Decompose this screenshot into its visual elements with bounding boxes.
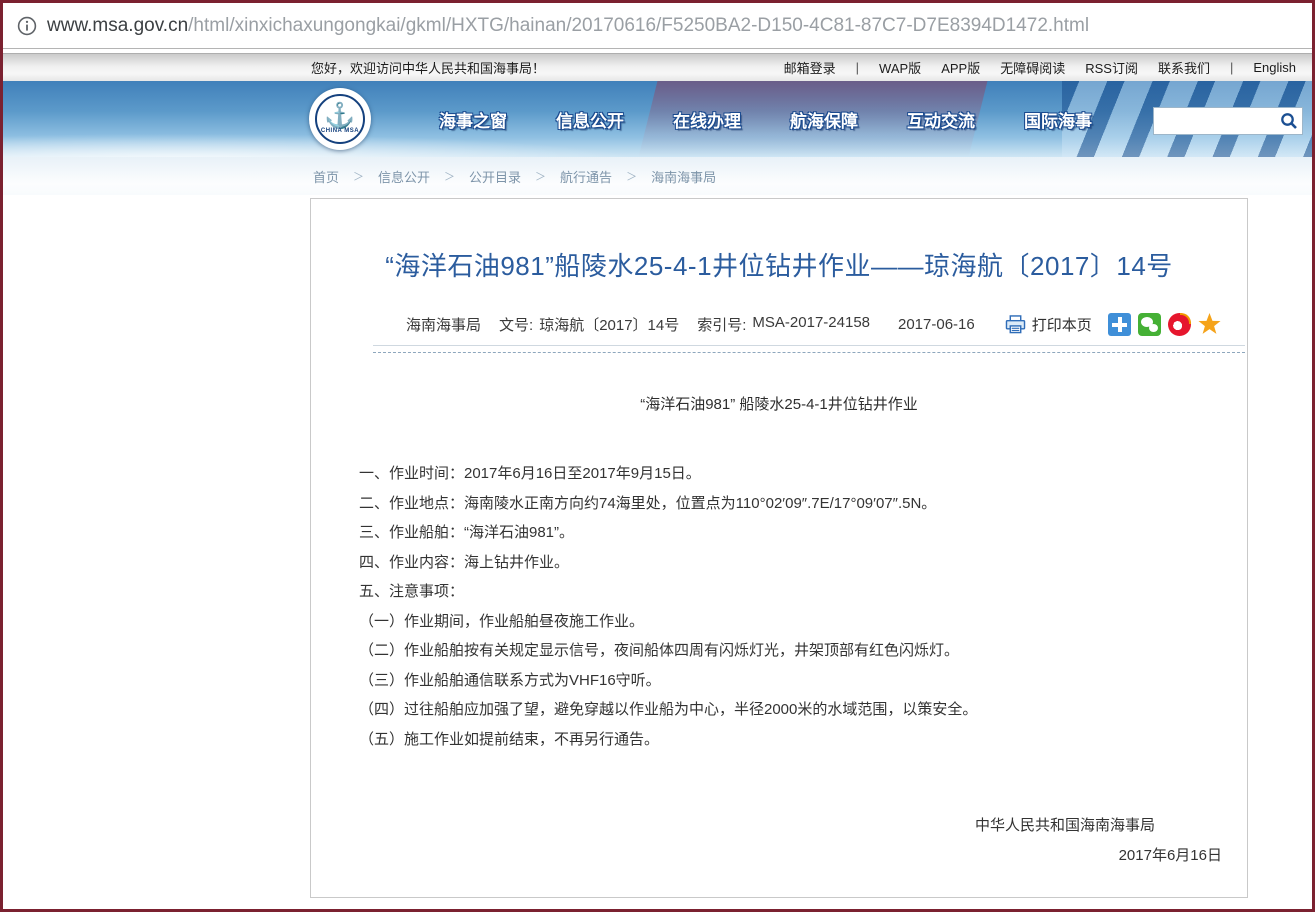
utility-link[interactable]: WAP版 bbox=[879, 58, 921, 77]
nav-item[interactable]: 国际海事 bbox=[1024, 107, 1092, 132]
breadcrumb-separator: ＞ bbox=[535, 168, 546, 184]
breadcrumb-item[interactable]: 公开目录 bbox=[469, 167, 521, 186]
browser-address-bar: www.msa.gov.cn/html/xinxichaxungongkai/g… bbox=[3, 3, 1312, 49]
search-box bbox=[1153, 107, 1303, 135]
publish-date: 2017-06-16 bbox=[898, 316, 975, 333]
notice-paragraph: 四、作业内容：海上钻井作业。 bbox=[359, 548, 1201, 578]
signature-date: 2017年6月16日 bbox=[311, 844, 1247, 865]
breadcrumb-item[interactable]: 首页 bbox=[313, 167, 339, 186]
utility-link[interactable]: 联系我们 bbox=[1158, 58, 1210, 77]
print-button[interactable]: 打印本页 bbox=[1005, 314, 1092, 335]
article-meta: 海南海事局 文号: 琼海航〔2017〕14号 索引号: MSA-2017-241… bbox=[406, 313, 1221, 336]
signature-org: 中华人民共和国海南海事局 bbox=[311, 814, 1247, 835]
notice-paragraph: 五、注意事项： bbox=[359, 577, 1201, 607]
breadcrumb-separator: ＞ bbox=[353, 168, 364, 184]
breadcrumb-item[interactable]: 海南海事局 bbox=[651, 167, 716, 186]
doc-number-label: 文号: bbox=[499, 314, 533, 335]
url-text[interactable]: www.msa.gov.cn/html/xinxichaxungongkai/g… bbox=[47, 15, 1089, 37]
utility-link[interactable]: 邮箱登录 bbox=[784, 58, 836, 77]
breadcrumb-item[interactable]: 航行通告 bbox=[560, 167, 612, 186]
url-path: /html/xinxichaxungongkai/gkml/HXTG/haina… bbox=[188, 15, 1089, 36]
breadcrumb-separator: ＞ bbox=[626, 168, 637, 184]
nav-item[interactable]: 互动交流 bbox=[907, 107, 975, 132]
doc-number-value: 琼海航〔2017〕14号 bbox=[539, 314, 679, 335]
utility-link[interactable]: English bbox=[1253, 60, 1296, 75]
article-panel: “海洋石油981”船陵水25-4-1井位钻井作业——琼海航〔2017〕14号 海… bbox=[310, 198, 1248, 898]
qzone-star-icon[interactable] bbox=[1198, 313, 1221, 336]
utility-link[interactable]: 无障碍阅读 bbox=[1000, 58, 1065, 77]
anchor-icon: ⚓ bbox=[324, 104, 355, 129]
notice-body: 一、作业时间：2017年6月16日至2017年9月15日。 二、作业地点：海南陵… bbox=[359, 459, 1201, 754]
main-header: ⚓ CHINA MSA 海事之窗 信息公开 在线办理 航海保障 互动交流 国际海… bbox=[3, 81, 1312, 157]
printer-icon bbox=[1005, 315, 1026, 334]
weibo-icon[interactable] bbox=[1168, 313, 1191, 336]
meta-solid-rule bbox=[373, 345, 1245, 346]
notice-paragraph: （一）作业期间，作业船舶昼夜施工作业。 bbox=[359, 607, 1201, 637]
share-more-icon[interactable] bbox=[1108, 313, 1131, 336]
msa-logo[interactable]: ⚓ CHINA MSA bbox=[309, 88, 371, 150]
utility-divider: | bbox=[856, 60, 859, 75]
wechat-icon[interactable] bbox=[1138, 313, 1161, 336]
url-domain: www.msa.gov.cn bbox=[47, 15, 188, 36]
nav-item[interactable]: 在线办理 bbox=[673, 107, 741, 132]
utility-bar: 您好，欢迎访问中华人民共和国海事局！ 邮箱登录 | WAP版 APP版 无障碍阅… bbox=[3, 53, 1312, 81]
main-content: “海洋石油981”船陵水25-4-1井位钻井作业——琼海航〔2017〕14号 海… bbox=[3, 198, 1312, 911]
breadcrumb: 首页 ＞ 信息公开 ＞ 公开目录 ＞ 航行通告 ＞ 海南海事局 ＞ bbox=[3, 157, 1312, 195]
breadcrumb-separator: ＞ bbox=[444, 168, 455, 184]
print-label: 打印本页 bbox=[1032, 314, 1092, 335]
doc-number: 文号: 琼海航〔2017〕14号 bbox=[499, 314, 679, 335]
breadcrumb-item[interactable]: 信息公开 bbox=[378, 167, 430, 186]
search-icon bbox=[1280, 112, 1298, 130]
notice-paragraph: （三）作业船舶通信联系方式为VHF16守听。 bbox=[359, 666, 1201, 696]
page-title: “海洋石油981”船陵水25-4-1井位钻井作业——琼海航〔2017〕14号 bbox=[331, 246, 1227, 283]
notice-heading: “海洋石油981” 船陵水25-4-1井位钻井作业 bbox=[311, 393, 1247, 414]
msa-logo-emblem: ⚓ CHINA MSA bbox=[315, 94, 365, 144]
meta-dashed-rule bbox=[373, 352, 1245, 353]
search-input[interactable] bbox=[1154, 108, 1276, 134]
utility-divider: | bbox=[1230, 60, 1233, 75]
issuing-office: 海南海事局 bbox=[406, 314, 481, 335]
utility-link[interactable]: RSS订阅 bbox=[1085, 58, 1138, 77]
utility-link[interactable]: APP版 bbox=[941, 58, 980, 77]
nav-menu: 海事之窗 信息公开 在线办理 航海保障 互动交流 国际海事 bbox=[439, 81, 1092, 157]
notice-paragraph: 三、作业船舶：“海洋石油981”。 bbox=[359, 518, 1201, 548]
utility-links: 邮箱登录 | WAP版 APP版 无障碍阅读 RSS订阅 联系我们 | Engl… bbox=[784, 58, 1296, 77]
logo-caption: CHINA MSA bbox=[321, 128, 359, 134]
notice-paragraph: （五）施工作业如提前结束，不再另行通告。 bbox=[359, 725, 1201, 755]
share-bar bbox=[1108, 313, 1221, 336]
index-number: 索引号: MSA-2017-24158 bbox=[697, 314, 870, 335]
nav-item[interactable]: 航海保障 bbox=[790, 107, 858, 132]
search-button[interactable] bbox=[1276, 112, 1302, 130]
index-number-label: 索引号: bbox=[697, 314, 746, 335]
notice-paragraph: （四）过往船舶应加强了望，避免穿越以作业船为中心，半径2000米的水域范围，以策… bbox=[359, 695, 1201, 725]
notice-paragraph: （二）作业船舶按有关规定显示信号，夜间船体四周有闪烁灯光，井架顶部有红色闪烁灯。 bbox=[359, 636, 1201, 666]
nav-item[interactable]: 信息公开 bbox=[556, 107, 624, 132]
notice-paragraph: 二、作业地点：海南陵水正南方向约74海里处，位置点为110°02′09″.7E/… bbox=[359, 489, 1201, 519]
info-icon[interactable] bbox=[17, 16, 37, 36]
notice-paragraph: 一、作业时间：2017年6月16日至2017年9月15日。 bbox=[359, 459, 1201, 489]
nav-item[interactable]: 海事之窗 bbox=[439, 107, 507, 132]
index-number-value: MSA-2017-24158 bbox=[752, 314, 870, 335]
page: www.msa.gov.cn/html/xinxichaxungongkai/g… bbox=[0, 0, 1315, 912]
welcome-text: 您好，欢迎访问中华人民共和国海事局！ bbox=[311, 58, 545, 77]
